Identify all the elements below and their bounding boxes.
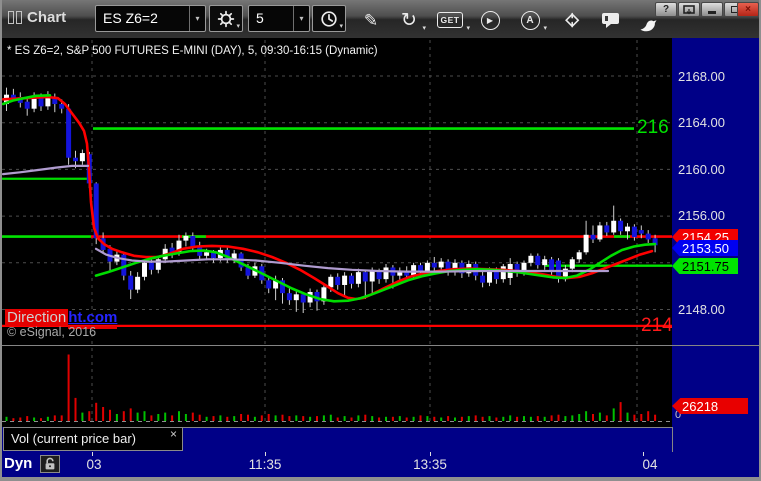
price-axis-label: 2160.00 bbox=[678, 162, 725, 177]
refresh-icon: ↻ bbox=[401, 9, 417, 31]
time-axis-label: 04 bbox=[642, 457, 658, 472]
chevron-down-icon[interactable]: ▾ bbox=[189, 6, 205, 31]
chevron-down-icon[interactable]: ▾ bbox=[293, 6, 309, 31]
chevron-down-icon: ▾ bbox=[339, 23, 343, 30]
window-title: Chart bbox=[27, 9, 67, 26]
dock-button[interactable] bbox=[678, 2, 700, 17]
time-axis[interactable]: Dyn 03 11:35 13:35 04 bbox=[2, 452, 759, 477]
chart-window: Chart ES Z6=2 ▾ ▾ 5 ▾ ▾ ✎ ↻ ▾ GET ▾ ▶ A … bbox=[0, 0, 761, 481]
time-tick bbox=[643, 452, 644, 456]
a-circle-icon: A bbox=[520, 10, 540, 30]
symbol-settings-button[interactable]: ▾ bbox=[209, 5, 243, 32]
close-study-icon[interactable]: × bbox=[170, 428, 177, 441]
price-axis-label: 2148.00 bbox=[678, 302, 725, 317]
chevron-down-icon: ▾ bbox=[236, 23, 240, 30]
dynamic-mode-label[interactable]: Dyn bbox=[4, 455, 32, 472]
speech-bubble-icon bbox=[602, 13, 619, 28]
symbol-value: ES Z6=2 bbox=[103, 10, 158, 26]
gear-icon bbox=[217, 10, 235, 27]
twitter-bird-icon bbox=[640, 19, 657, 31]
price-axis[interactable]: 2168.00 2164.00 2160.00 2156.00 2148.00 … bbox=[672, 38, 759, 452]
question-icon: ? bbox=[662, 3, 670, 15]
lock-button[interactable] bbox=[40, 455, 60, 473]
chevron-down-icon: ▾ bbox=[466, 25, 470, 32]
time-axis-label: 13:35 bbox=[413, 457, 447, 472]
chart-canvas[interactable] bbox=[0, 38, 672, 452]
time-axis-label: 03 bbox=[86, 457, 102, 472]
chart-title: * ES Z6=2, S&P 500 FUTURES E-MINI (DAY),… bbox=[7, 45, 378, 57]
get-data-button[interactable]: GET ▾ bbox=[436, 8, 470, 32]
upper-level-label: 216 bbox=[637, 117, 669, 138]
time-tick bbox=[92, 452, 93, 456]
price-axis-label: 2156.00 bbox=[678, 208, 725, 223]
transfer-button[interactable] bbox=[561, 8, 583, 32]
lower-level-label: 214 bbox=[641, 315, 673, 336]
chevron-down-icon: ▾ bbox=[543, 25, 547, 32]
auto-trade-button[interactable]: A ▾ bbox=[519, 8, 547, 32]
price-tag-level: 2151.75 bbox=[672, 258, 738, 274]
pane-separator[interactable] bbox=[0, 345, 761, 346]
tab-row-border bbox=[183, 427, 672, 428]
help-button[interactable]: ? bbox=[655, 2, 677, 17]
window-border-left bbox=[0, 0, 2, 481]
price-tag-last: 2153.50 bbox=[672, 240, 738, 256]
watermark-left: Direction bbox=[5, 309, 69, 326]
minimize-button[interactable] bbox=[701, 2, 723, 17]
tab-row-border-right bbox=[672, 427, 673, 452]
draw-button[interactable]: ✎ bbox=[360, 8, 382, 32]
lock-icon bbox=[45, 457, 55, 470]
time-template-button[interactable]: ▾ bbox=[312, 5, 346, 32]
reload-button[interactable]: ↻ ▾ bbox=[398, 8, 426, 33]
copyright-text: © eSignal, 2016 bbox=[7, 325, 97, 339]
watermark: Direction ht.com bbox=[5, 309, 118, 329]
time-tick bbox=[265, 452, 266, 456]
price-axis-label: 2164.00 bbox=[678, 115, 725, 130]
symbol-combo[interactable]: ES Z6=2 ▾ bbox=[95, 5, 206, 32]
play-icon: ▶ bbox=[480, 10, 500, 30]
window-border-bottom bbox=[0, 477, 761, 481]
close-icon: × bbox=[745, 3, 751, 15]
interval-value: 5 bbox=[256, 10, 264, 26]
pencil-icon: ✎ bbox=[363, 10, 379, 30]
minimize-icon bbox=[708, 11, 716, 14]
chevron-down-icon: ▾ bbox=[422, 25, 426, 32]
price-axis-label: 2168.00 bbox=[678, 69, 725, 84]
volume-study-tab[interactable]: Vol (current price bar) × bbox=[3, 427, 183, 451]
comment-button[interactable] bbox=[599, 8, 623, 32]
time-axis-label: 11:35 bbox=[248, 457, 282, 472]
window-menu-icon[interactable] bbox=[8, 11, 22, 24]
close-button[interactable]: × bbox=[737, 2, 759, 17]
replay-button[interactable]: ▶ bbox=[479, 8, 501, 32]
interval-combo[interactable]: 5 ▾ bbox=[248, 5, 310, 32]
time-tick bbox=[430, 452, 431, 456]
get-icon: GET bbox=[436, 12, 464, 28]
volume-tag: 26218 bbox=[672, 398, 748, 414]
volume-tab-label: Vol (current price bar) bbox=[11, 431, 136, 446]
swap-diamond-icon bbox=[565, 12, 580, 28]
dock-window-icon bbox=[683, 4, 695, 14]
toolbar: Chart ES Z6=2 ▾ ▾ 5 ▾ ▾ ✎ ↻ ▾ GET ▾ ▶ A … bbox=[0, 0, 761, 38]
clock-icon bbox=[321, 10, 337, 27]
